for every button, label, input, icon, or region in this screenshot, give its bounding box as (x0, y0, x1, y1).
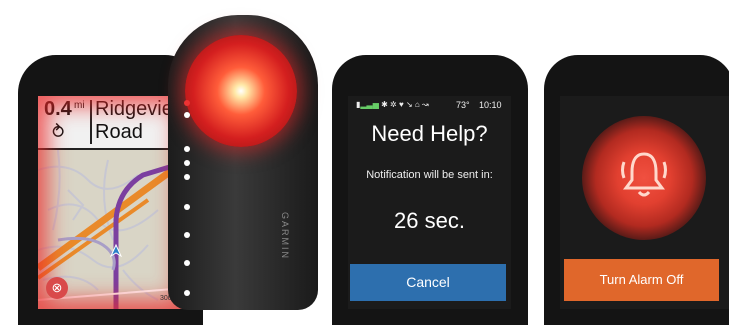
radar-dot (184, 146, 190, 152)
radar-dot (184, 112, 190, 118)
bluetooth-icon: ✱ (381, 100, 388, 109)
help-screen: ▮▂▃▅ ✱ ✲ ♥ ↘ ⌂ ↝ 73° 10:10 Need Help? No… (348, 96, 511, 309)
temperature: 73° (456, 100, 470, 110)
turn-distance: 0.4 (44, 98, 72, 120)
turn-icon: ⥁ (52, 122, 65, 142)
snowflake-icon: ✲ (390, 100, 397, 109)
heart-icon: ♥ (398, 100, 404, 109)
cancel-button[interactable]: Cancel (350, 264, 506, 301)
radar-dot (184, 232, 190, 238)
navigation-header: 0.4 mi ⥁ Ridgeviev Road ◎ (38, 96, 186, 150)
radar-dot (184, 204, 190, 210)
radar-dot (184, 100, 190, 106)
clock: 10:10 (479, 100, 502, 110)
tail-light-lens (185, 35, 297, 147)
divider (90, 100, 92, 144)
street-name-line2: Road (95, 121, 143, 143)
radar-icon: ⌂ (414, 100, 420, 109)
help-title: Need Help? (371, 121, 488, 146)
turn-alarm-off-button[interactable]: Turn Alarm Off (564, 259, 719, 301)
bike-icon: ↘ (405, 100, 413, 109)
radar-dot (184, 160, 190, 166)
status-bar: ▮▂▃▅ ✱ ✲ ♥ ↘ ⌂ ↝ (356, 100, 429, 109)
radar-dot (184, 290, 190, 296)
help-message: Notification will be sent in: (366, 169, 493, 181)
radar-dot (184, 174, 190, 180)
brand-label: GARMIN (280, 212, 290, 260)
alarm-icon[interactable]: ⊗ (46, 277, 68, 299)
sensor-icon: ↝ (421, 100, 429, 109)
bell-icon (621, 152, 667, 197)
radar-dot (184, 260, 190, 266)
distance-unit: mi (74, 100, 85, 111)
alarm-screen: Turn Alarm Off (560, 96, 729, 309)
signal-icon: ▂▃▅ (360, 100, 379, 109)
countdown-timer: 26 sec. (394, 208, 465, 233)
map-screen: 0.4 mi ⥁ Ridgeviev Road ◎ ⊗ 300 (38, 96, 186, 309)
